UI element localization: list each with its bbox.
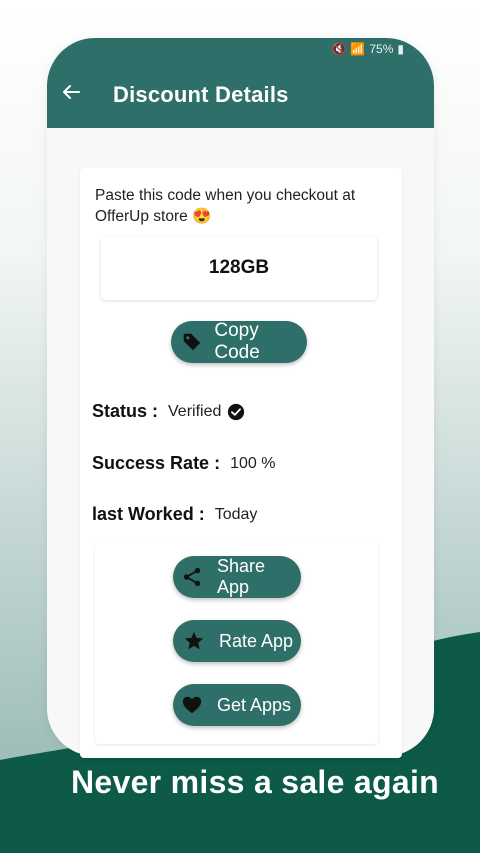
instruction-text: Paste this code when you checkout at Off… <box>95 185 395 227</box>
promo-tagline: Never miss a sale again <box>70 764 439 800</box>
success-rate-row: Success Rate : 100 % <box>92 453 275 474</box>
get-apps-label: Get Apps <box>217 694 292 715</box>
share-app-button[interactable]: Share App <box>173 556 301 598</box>
back-arrow-icon[interactable] <box>61 82 81 102</box>
battery-text: 75% <box>369 42 394 56</box>
status-label: Status : <box>92 401 159 421</box>
coupon-code: 128GB <box>208 257 270 278</box>
tag-icon <box>179 329 204 355</box>
status-bar: 🔇 📶 75% ▮ <box>331 40 404 58</box>
copy-code-label: Copy Code <box>214 320 260 363</box>
page-title: Discount Details <box>113 82 289 107</box>
share-app-label: Share App <box>216 556 266 597</box>
battery-icon: ▮ <box>397 42 404 56</box>
success-rate-label: Success Rate : <box>92 453 221 473</box>
copy-code-button[interactable]: Copy Code <box>171 320 307 363</box>
last-worked-value: Today <box>214 505 258 523</box>
status-row: Status : Verified <box>92 401 245 422</box>
rate-app-button[interactable]: Rate App <box>173 620 301 662</box>
heart-eyes-emoji-icon: 😍 <box>192 208 212 225</box>
last-worked-label: last Worked : <box>92 504 205 524</box>
star-icon <box>181 628 207 654</box>
success-rate-value: 100 % <box>230 454 276 472</box>
check-circle-icon <box>228 403 245 420</box>
heart-icon <box>179 692 205 718</box>
instruction-label: Paste this code when you checkout at Off… <box>95 187 356 225</box>
coupon-code-box[interactable]: 128GB <box>101 236 377 300</box>
status-value: Verified <box>168 402 222 420</box>
app-bar: 🔇 📶 75% ▮ Discount Details <box>47 38 434 128</box>
mute-icon: 🔇 <box>331 42 347 56</box>
wifi-icon: 📶 <box>350 42 366 56</box>
rate-app-label: Rate App <box>219 630 294 651</box>
last-worked-row: last Worked : Today <box>92 504 257 525</box>
get-apps-button[interactable]: Get Apps <box>173 684 301 726</box>
share-icon <box>179 564 205 590</box>
